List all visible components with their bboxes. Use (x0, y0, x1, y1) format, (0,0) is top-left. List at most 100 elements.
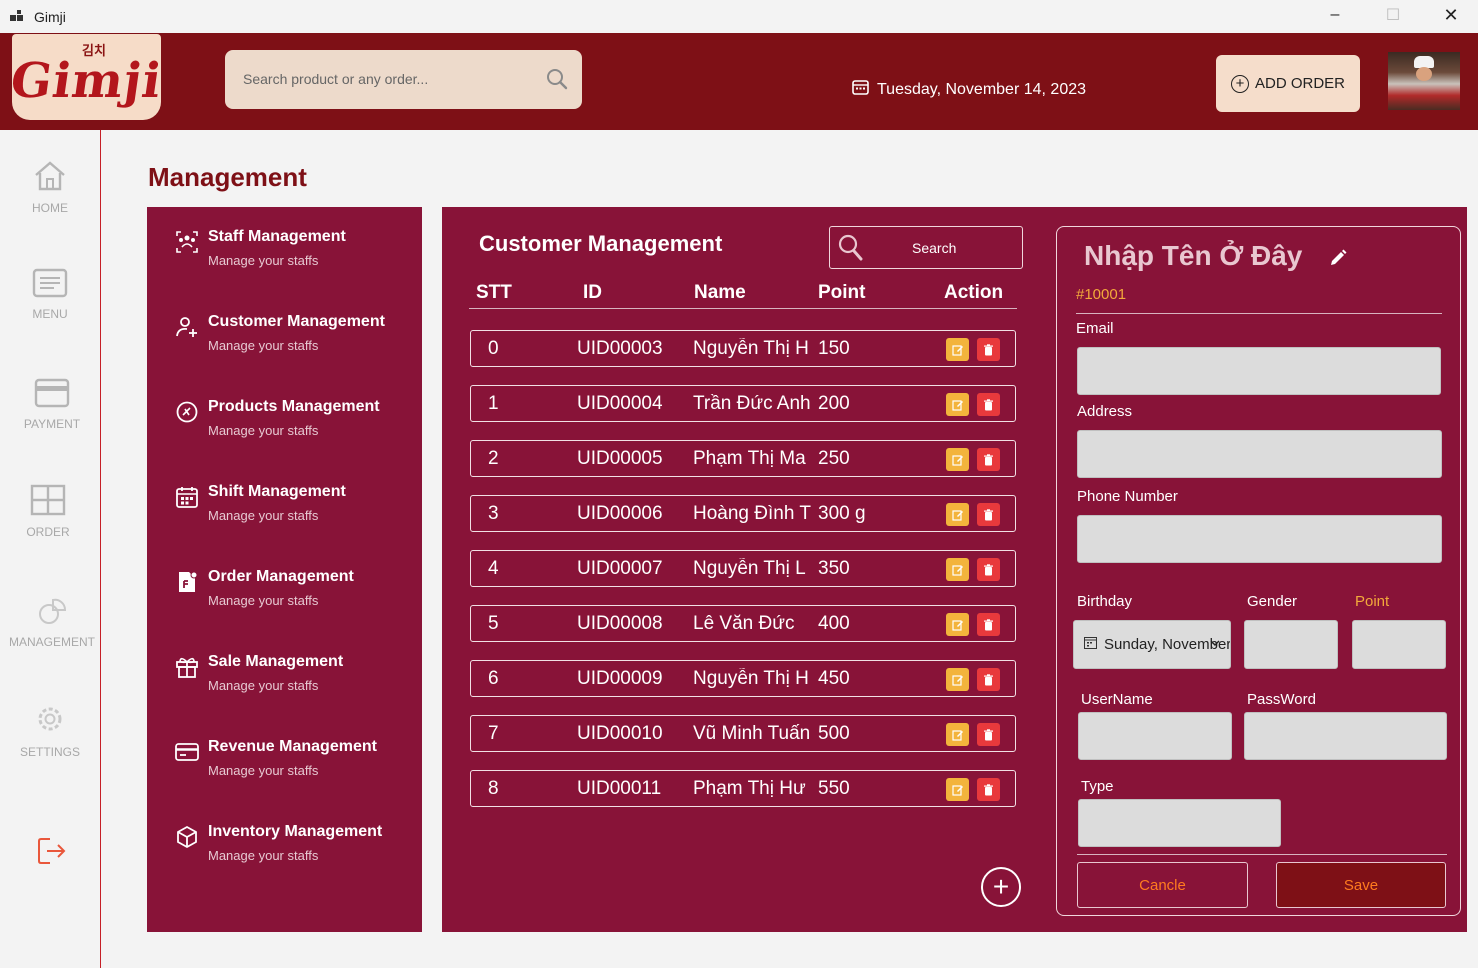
table-row[interactable]: 7 UID00010 Vũ Minh Tuấn 500 (470, 715, 1016, 752)
edit-button[interactable] (946, 503, 969, 526)
delete-button[interactable] (977, 778, 1000, 801)
settings-icon (38, 707, 62, 731)
cell-stt: 3 (488, 503, 499, 524)
table-row[interactable]: 4 UID00007 Nguyễn Thị L 350 (470, 550, 1016, 587)
edit-icon (951, 454, 963, 466)
birthday-datepicker[interactable]: Sunday, November (1073, 620, 1231, 669)
cancel-button[interactable]: Cancle (1077, 862, 1248, 908)
table-search-label: Search (912, 240, 957, 256)
calendar-icon (175, 485, 198, 508)
delete-button[interactable] (977, 668, 1000, 691)
table-row[interactable]: 6 UID00009 Nguyễn Thị H 450 (470, 660, 1016, 697)
sidebar-item-payment[interactable]: PAYMENT (2, 378, 102, 431)
edit-button[interactable] (946, 778, 969, 801)
column-header-id: ID (583, 282, 602, 303)
menu-item-subtitle: Manage your staffs (208, 508, 319, 523)
edit-button[interactable] (946, 393, 969, 416)
gift-icon (175, 655, 198, 678)
order-doc-icon (175, 570, 198, 592)
column-header-name: Name (694, 282, 746, 303)
delete-button[interactable] (977, 338, 1000, 361)
sidebar-label: SETTINGS (19, 745, 80, 759)
edit-button[interactable] (946, 448, 969, 471)
edit-icon (951, 399, 963, 411)
username-field[interactable] (1078, 712, 1232, 760)
user-avatar[interactable] (1388, 52, 1460, 110)
calendar-icon (852, 79, 869, 100)
delete-button[interactable] (977, 393, 1000, 416)
edit-button[interactable] (946, 558, 969, 581)
cell-id: UID00011 (577, 778, 662, 799)
close-button[interactable]: ✕ (1422, 0, 1478, 30)
search-icon (838, 234, 864, 267)
email-field[interactable] (1077, 347, 1441, 395)
panel-title: Customer Management (479, 231, 723, 256)
menu-item-title: Sale Management (208, 653, 344, 670)
password-field[interactable] (1244, 712, 1447, 760)
sidebar-item-order[interactable]: ORDER (0, 484, 98, 539)
pencil-icon[interactable] (1329, 249, 1347, 272)
logo-text: Gimji (7, 53, 166, 109)
edit-button[interactable] (946, 338, 969, 361)
address-field[interactable] (1077, 430, 1442, 478)
menu-item-subtitle: Manage your staffs (208, 338, 319, 353)
delete-button[interactable] (977, 723, 1000, 746)
menu-item-title: Staff Management (208, 228, 346, 245)
cell-point: 250 (818, 448, 850, 469)
table-row[interactable]: 2 UID00005 Phạm Thị Ma 250 (470, 440, 1016, 477)
customer-add-icon (175, 315, 197, 337)
edit-button[interactable] (946, 668, 969, 691)
global-search[interactable] (225, 50, 582, 109)
add-order-label: ADD ORDER (1254, 75, 1345, 92)
search-icon[interactable] (546, 68, 568, 95)
sidebar-item-menu[interactable]: MENU (0, 268, 100, 321)
app-icon (10, 9, 24, 24)
brand-logo[interactable]: 김치 Gimji (7, 34, 166, 120)
sidebar-item-home[interactable]: HOME (0, 160, 100, 215)
maximize-button[interactable]: ☐ (1364, 0, 1422, 30)
sidebar-label: PAYMENT (23, 417, 81, 431)
minimize-button[interactable]: – (1306, 0, 1364, 30)
menu-item-title: Products Management (208, 398, 380, 415)
sidebar-item-settings[interactable]: SETTINGS (0, 702, 100, 759)
customer-name-heading[interactable]: Nhập Tên Ở Đây (1084, 240, 1302, 272)
menu-item-subtitle: Manage your staffs (208, 678, 319, 693)
delete-button[interactable] (977, 558, 1000, 581)
cell-stt: 4 (488, 558, 499, 579)
trash-icon (984, 343, 993, 355)
cell-id: UID00008 (577, 613, 663, 634)
type-field[interactable] (1078, 799, 1281, 847)
add-customer-button[interactable]: + (981, 867, 1021, 907)
trash-icon (984, 618, 993, 630)
edit-button[interactable] (946, 613, 969, 636)
search-input[interactable] (243, 64, 523, 94)
menu-item-subtitle: Manage your staffs (208, 593, 319, 608)
table-row[interactable]: 8 UID00011 Phạm Thị Hư 550 (470, 770, 1016, 807)
sidebar-item-management[interactable]: MANAGEMENT (2, 596, 102, 649)
table-row[interactable]: 1 UID00004 Trần Đức Anh 200 (470, 385, 1016, 422)
cell-stt: 2 (488, 448, 499, 469)
customer-id: #10001 (1076, 286, 1127, 303)
gender-field[interactable] (1244, 620, 1338, 669)
table-row[interactable]: 0 UID00003 Nguyễn Thị H 150 (470, 330, 1016, 367)
column-header-action: Action (944, 282, 1004, 303)
cell-id: UID00010 (577, 723, 663, 744)
phone-field[interactable] (1077, 515, 1442, 563)
table-row[interactable]: 5 UID00008 Lê Văn Đức 400 (470, 605, 1016, 642)
trash-icon (984, 563, 993, 575)
add-order-button[interactable]: + ADD ORDER (1216, 55, 1360, 112)
menu-item-title: Customer Management (208, 313, 385, 330)
menu-item-title: Revenue Management (208, 738, 377, 755)
table-row[interactable]: 3 UID00006 Hoàng Đình T 300 g (470, 495, 1016, 532)
save-button[interactable]: Save (1276, 862, 1446, 908)
delete-button[interactable] (977, 448, 1000, 471)
point-field[interactable] (1352, 620, 1446, 669)
delete-button[interactable] (977, 503, 1000, 526)
birthday-label: Birthday (1077, 593, 1133, 610)
trash-icon (984, 783, 993, 795)
column-header-stt: STT (476, 282, 512, 303)
logout-button[interactable] (2, 836, 102, 869)
edit-button[interactable] (946, 723, 969, 746)
table-search-box[interactable]: Search (829, 226, 1023, 269)
delete-button[interactable] (977, 613, 1000, 636)
